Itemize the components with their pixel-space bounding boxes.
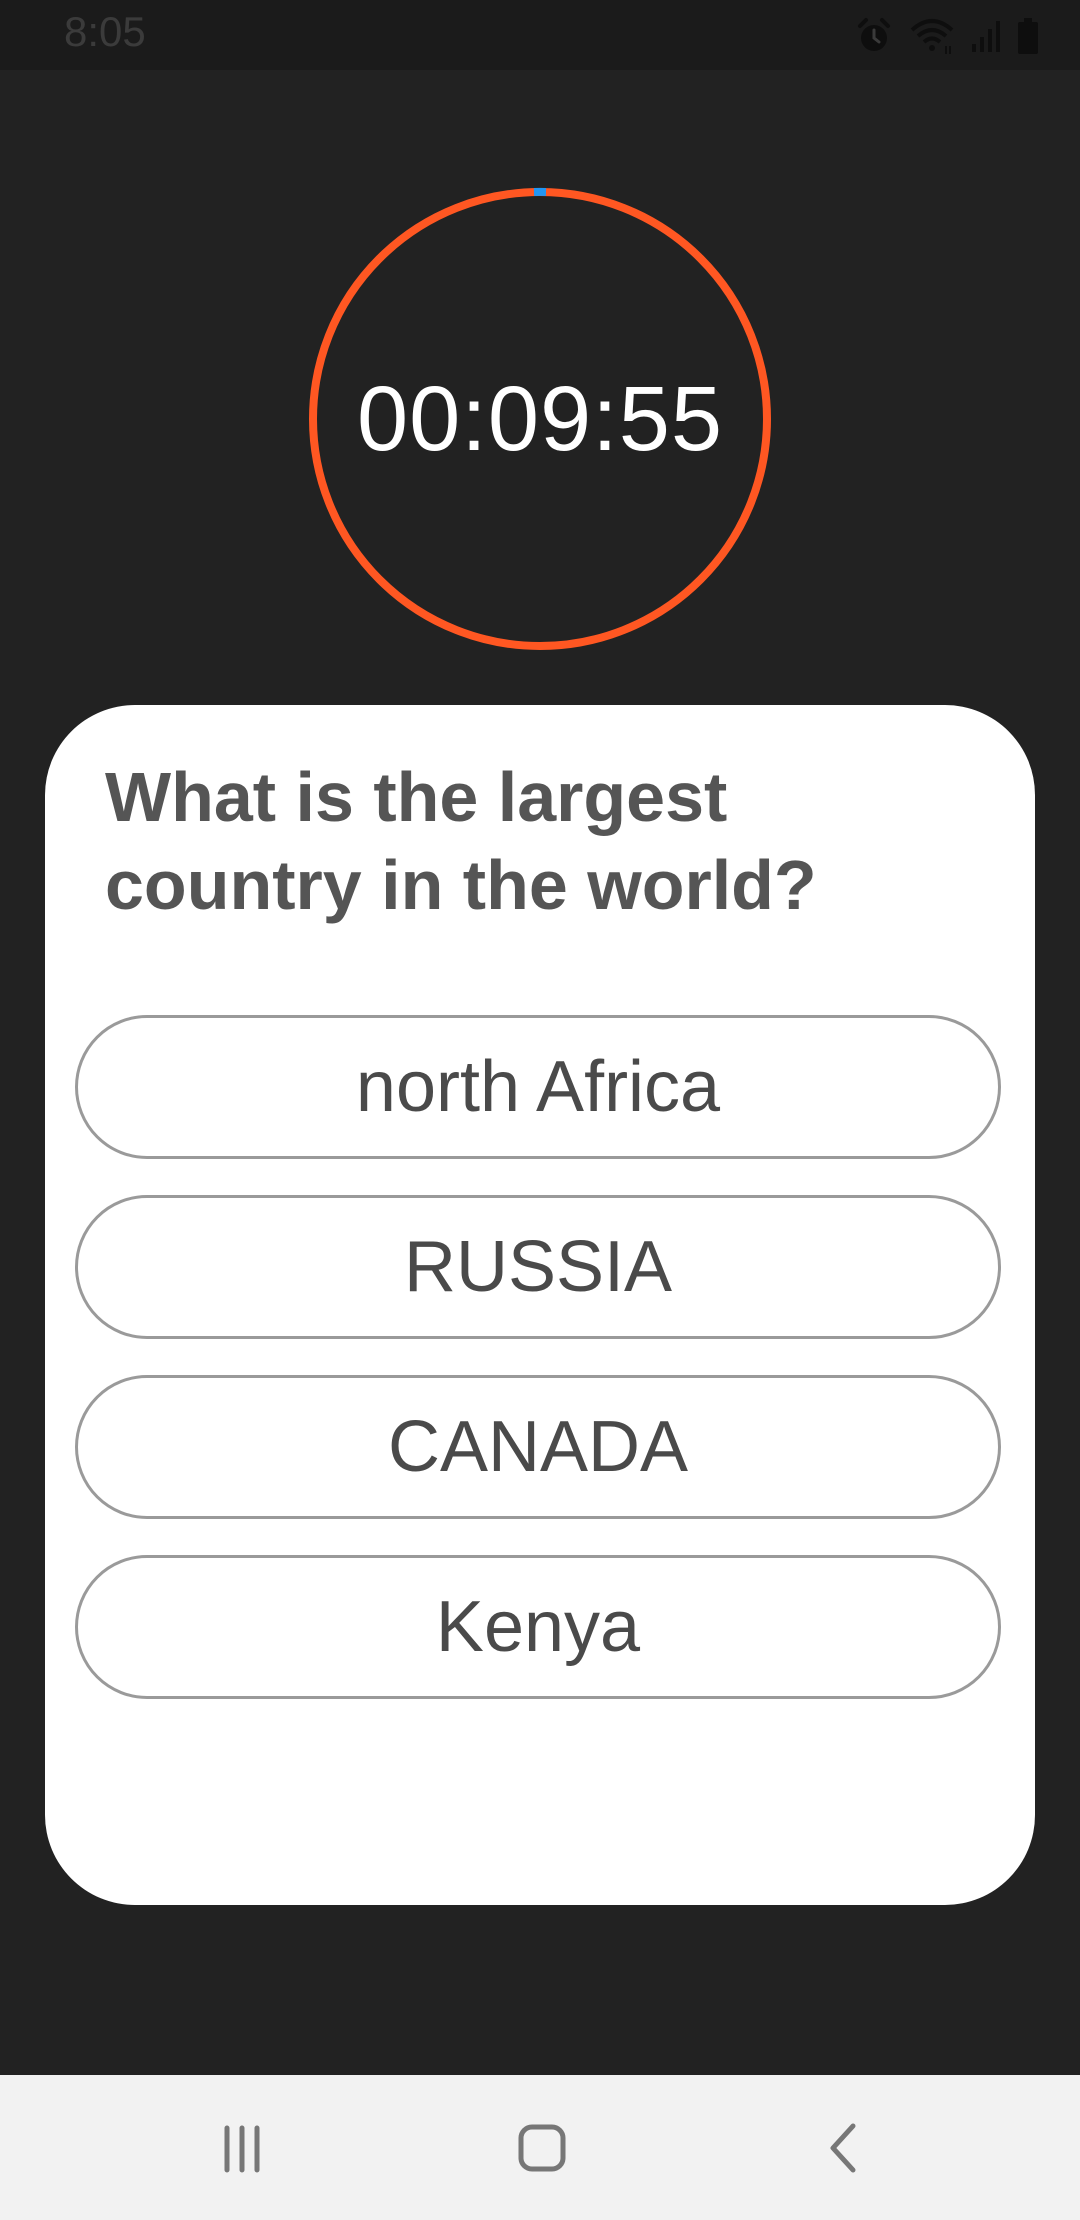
timer-display: 00:09:55	[356, 367, 724, 470]
question-card: What is the largest country in the world…	[45, 705, 1035, 1905]
countdown-timer: 00:09:55	[305, 184, 775, 654]
back-button[interactable]	[745, 2075, 945, 2220]
battery-icon	[1016, 16, 1040, 56]
answer-option-4[interactable]: Kenya	[75, 1555, 1001, 1699]
status-bar: 8:05	[0, 0, 1080, 70]
wifi-icon	[908, 16, 956, 56]
recent-apps-icon	[224, 2125, 260, 2172]
status-icons	[854, 14, 1040, 58]
navigation-bar	[0, 2075, 1080, 2220]
answer-option-2[interactable]: RUSSIA	[75, 1195, 1001, 1339]
home-button[interactable]	[442, 2075, 642, 2220]
back-icon	[830, 2123, 856, 2172]
alarm-icon	[854, 16, 894, 56]
home-icon	[518, 2124, 566, 2171]
status-time: 8:05	[64, 8, 146, 55]
signal-icon	[970, 18, 1002, 54]
recent-apps-button[interactable]	[142, 2075, 342, 2220]
question-text: What is the largest country in the world…	[105, 758, 817, 924]
answer-option-3[interactable]: CANADA	[75, 1375, 1001, 1519]
answer-option-1[interactable]: north Africa	[75, 1015, 1001, 1159]
